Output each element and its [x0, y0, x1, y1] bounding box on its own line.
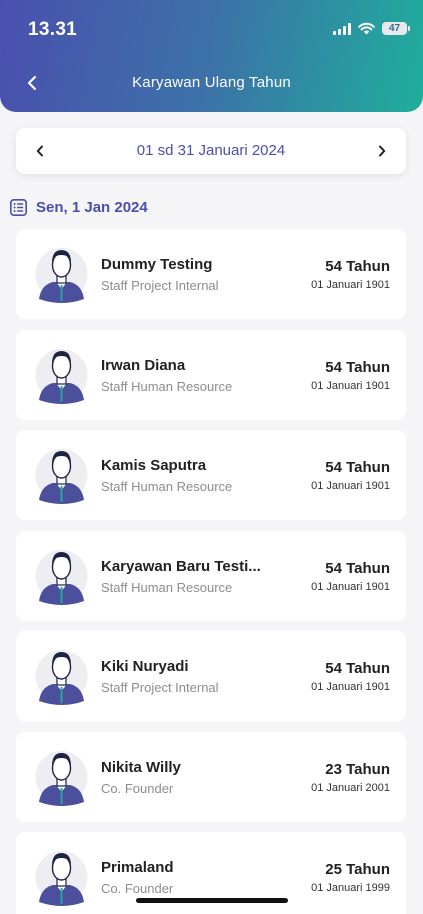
avatar — [35, 349, 88, 404]
battery-icon: 47 — [382, 22, 410, 35]
employee-role: Staff Human Resource — [101, 479, 233, 494]
employee-role: Staff Project Internal — [101, 278, 219, 293]
employee-age: 54 Tahun — [325, 258, 390, 275]
employee-age: 54 Tahun — [325, 660, 390, 677]
avatar — [35, 248, 88, 303]
date-range-selector: 01 sd 31 Januari 2024 — [16, 128, 406, 174]
employee-card[interactable]: Kiki Nuryadi Staff Project Internal 54 T… — [16, 631, 406, 721]
employee-name: Irwan Diana — [101, 357, 186, 374]
date-section-header: Sen, 1 Jan 2024 — [10, 199, 148, 216]
employee-age: 54 Tahun — [325, 359, 390, 376]
next-period-button[interactable] — [370, 139, 394, 163]
employee-age: 25 Tahun — [325, 861, 390, 878]
avatar — [35, 751, 88, 806]
employee-birth-date: 01 Januari 1901 — [311, 681, 390, 693]
employee-birth-date: 01 Januari 1999 — [311, 882, 390, 894]
employee-card[interactable]: Karyawan Baru Testi... Staff Human Resou… — [16, 531, 406, 621]
employee-role: Staff Human Resource — [101, 379, 233, 394]
wifi-icon — [358, 22, 375, 35]
employee-birth-date: 01 Januari 1901 — [311, 279, 390, 291]
employee-name: Karyawan Baru Testi... — [101, 558, 261, 575]
avatar — [35, 550, 88, 605]
employee-name: Primaland — [101, 859, 174, 876]
employee-age: 54 Tahun — [325, 560, 390, 577]
employee-name: Kiki Nuryadi — [101, 658, 189, 675]
employee-name: Kamis Saputra — [101, 457, 207, 474]
employee-role: Co. Founder — [101, 881, 174, 896]
signal-icon — [333, 22, 351, 35]
page-title: Karyawan Ulang Tahun — [132, 74, 291, 91]
section-date-label: Sen, 1 Jan 2024 — [36, 199, 148, 216]
employee-birth-date: 01 Januari 1901 — [311, 480, 390, 492]
date-range-label[interactable]: 01 sd 31 Januari 2024 — [16, 142, 406, 159]
employee-birth-date: 01 Januari 2001 — [311, 782, 390, 794]
employee-card[interactable]: Irwan Diana Staff Human Resource 54 Tahu… — [16, 330, 406, 420]
employee-card[interactable]: Nikita Willy Co. Founder 23 Tahun 01 Jan… — [16, 732, 406, 822]
status-icons: 47 — [333, 22, 410, 35]
home-indicator[interactable] — [136, 898, 288, 903]
app-header: 13.31 47 Karyawan Ulang Tahun — [0, 0, 423, 112]
employee-birth-date: 01 Januari 1901 — [311, 380, 390, 392]
avatar — [35, 650, 88, 705]
employee-birth-date: 01 Januari 1901 — [311, 581, 390, 593]
employee-card[interactable]: Dummy Testing Staff Project Internal 54 … — [16, 229, 406, 319]
list-icon — [10, 199, 27, 216]
employee-age: 54 Tahun — [325, 459, 390, 476]
chevron-right-icon — [379, 145, 386, 157]
avatar — [35, 449, 88, 504]
employee-role: Staff Project Internal — [101, 680, 219, 695]
employee-name: Nikita Willy — [101, 759, 181, 776]
employee-card[interactable]: Kamis Saputra Staff Human Resource 54 Ta… — [16, 430, 406, 520]
employee-name: Dummy Testing — [101, 256, 213, 273]
employee-role: Co. Founder — [101, 781, 174, 796]
employee-role: Staff Human Resource — [101, 580, 233, 595]
status-time: 13.31 — [28, 19, 78, 40]
employee-age: 23 Tahun — [325, 761, 390, 778]
avatar — [35, 851, 88, 906]
